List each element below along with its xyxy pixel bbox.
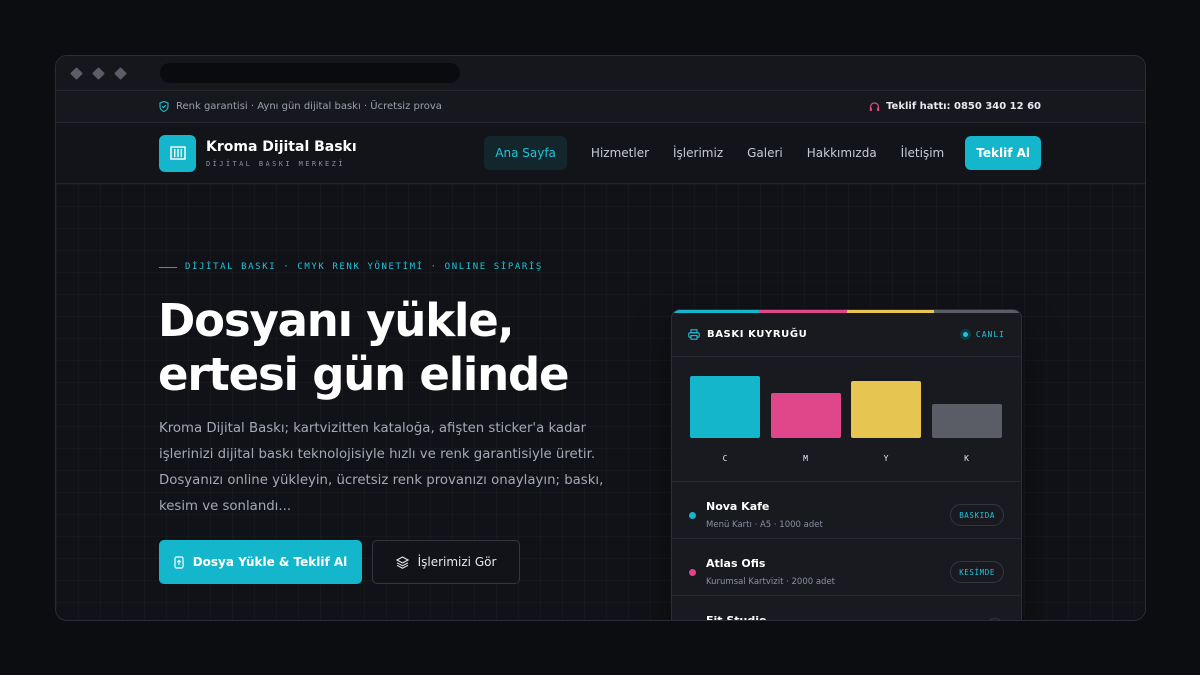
quote-button[interactable]: Teklif Al [965, 136, 1041, 170]
nav-item-hizmetler[interactable]: Hizmetler [591, 146, 649, 160]
job-name: Fit Studio [706, 614, 767, 621]
cmyk-strip-m [759, 310, 847, 313]
window-control-minimize[interactable] [92, 66, 105, 80]
live-indicator: CANLI [959, 329, 1005, 340]
cmyk-label-y: Y [883, 454, 889, 463]
nav-item-islerimiz[interactable]: İşlerimiz [673, 146, 723, 160]
hero-title: Dosyanı yükle, ertesi gün elinde [158, 294, 570, 402]
shield-icon [159, 101, 169, 112]
live-dot-core [962, 332, 968, 337]
printer-icon [688, 329, 700, 340]
job-row[interactable]: Nova Kafe Menü Kartı · A5 · 1000 adet BASK… [672, 482, 1021, 539]
job-status-dot [689, 569, 696, 576]
hero-description: Kroma Dijital Baskı; kartvizitten katalo… [159, 421, 604, 514]
cmyk-strip-y [846, 310, 934, 313]
hero-eyebrow: DİJİTAL BASKI · CMYK RENK YÖNETİMİ · ONL… [159, 262, 543, 272]
browser-window: Renk garantisi · Aynı gün dijital baskı … [55, 55, 1146, 621]
job-description: Menü Kartı · A5 · 1000 adet [706, 520, 823, 530]
layers-icon [395, 555, 409, 569]
job-row[interactable]: Atlas Ofis Kurumsal Kartvizit · 2000 adet… [672, 539, 1021, 596]
logo [159, 134, 196, 172]
job-status-badge: KESİMDE [950, 561, 1004, 583]
hotline-text: Teklif hattı: 0850 340 12 60 [886, 101, 1041, 112]
cmyk-levels: CMYK [672, 357, 1021, 482]
brand-tagline: DİJİTAL BASKI MERKEZİ [206, 159, 345, 168]
nav-item-ana-sayfa[interactable]: Ana Sayfa [484, 136, 567, 170]
window-control-maximize[interactable] [114, 66, 127, 80]
view-works-label: İşlerimizi Gör [417, 555, 497, 569]
nav-item-iletisim[interactable]: İletişim [901, 146, 945, 160]
eyebrow-line [159, 266, 177, 268]
job-list: Nova Kafe Menü Kartı · A5 · 1000 adet BASK… [672, 482, 1021, 621]
upload-quote-button[interactable]: Dosya Yükle & Teklif Al [159, 540, 362, 584]
headset-icon [869, 101, 880, 111]
brand[interactable]: Kroma Dijital Baskı DİJİTAL BASKI MERKEZ… [159, 134, 357, 172]
eyebrow-text: DİJİTAL BASKI · CMYK RENK YÖNETİMİ · ONL… [185, 262, 543, 272]
live-dot [959, 329, 971, 340]
job-status-badge [986, 618, 1004, 620]
nav-item-galeri[interactable]: Galeri [747, 146, 783, 160]
main-nav: Kroma Dijital Baskı DİJİTAL BASKI MERKEZ… [56, 123, 1145, 184]
print-queue-card: BASKI KUYRUĞU CANLI C M Y K Nova Kafe Menü K… [671, 309, 1022, 621]
cmyk-label-c: C [722, 454, 728, 463]
cmyk-strip-c [672, 310, 760, 313]
cmyk-strip-k [933, 310, 1021, 313]
window-control-close[interactable] [70, 66, 83, 80]
job-status-badge: BASKIDA [950, 504, 1004, 526]
queue-header: BASKI KUYRUĞU CANLI [672, 313, 1021, 357]
address-bar[interactable] [160, 63, 460, 83]
view-works-button[interactable]: İşlerimizi Gör [372, 540, 520, 584]
hero-section: DİJİTAL BASKI · CMYK RENK YÖNETİMİ · ONL… [56, 184, 1145, 620]
nav-item-hakkimizda[interactable]: Hakkımızda [807, 146, 877, 160]
cmyk-label-k: K [964, 454, 969, 463]
cmyk-bar-k [931, 404, 1002, 438]
cmyk-bar-c [690, 376, 760, 438]
browser-chrome [56, 56, 1145, 91]
hero-title-line1: Dosyanı yükle, [158, 294, 515, 347]
info-text: Renk garantisi · Aynı gün dijital baskı … [176, 101, 442, 112]
brand-name: Kroma Dijital Baskı [206, 138, 357, 155]
nav-menu: Ana Sayfa Hizmetler İşlerimiz Galeri Hak… [484, 136, 1041, 170]
job-status-dot [689, 512, 696, 519]
hero-title-line2: ertesi gün elinde [158, 348, 570, 401]
hotline[interactable]: Teklif hattı: 0850 340 12 60 [869, 101, 1041, 112]
barcode-icon [169, 146, 186, 160]
queue-title: BASKI KUYRUĞU [688, 329, 807, 340]
cmyk-bar-m [770, 393, 841, 438]
job-description: Kurumsal Kartvizit · 2000 adet [706, 577, 836, 587]
queue-title-text: BASKI KUYRUĞU [707, 329, 808, 340]
cmyk-strip [672, 310, 1021, 313]
live-label: CANLI [975, 330, 1005, 339]
info-bar: Renk garantisi · Aynı gün dijital baskı … [56, 91, 1145, 123]
info-bar-left: Renk garantisi · Aynı gün dijital baskı … [159, 101, 442, 112]
job-row[interactable]: Fit Studio [672, 596, 1021, 621]
cmyk-bar-y [851, 381, 921, 438]
job-name: Nova Kafe [706, 500, 770, 513]
file-upload-icon [174, 555, 184, 569]
cmyk-label-m: M [803, 454, 808, 463]
upload-quote-label: Dosya Yükle & Teklif Al [192, 555, 348, 569]
job-name: Atlas Ofis [706, 557, 766, 570]
